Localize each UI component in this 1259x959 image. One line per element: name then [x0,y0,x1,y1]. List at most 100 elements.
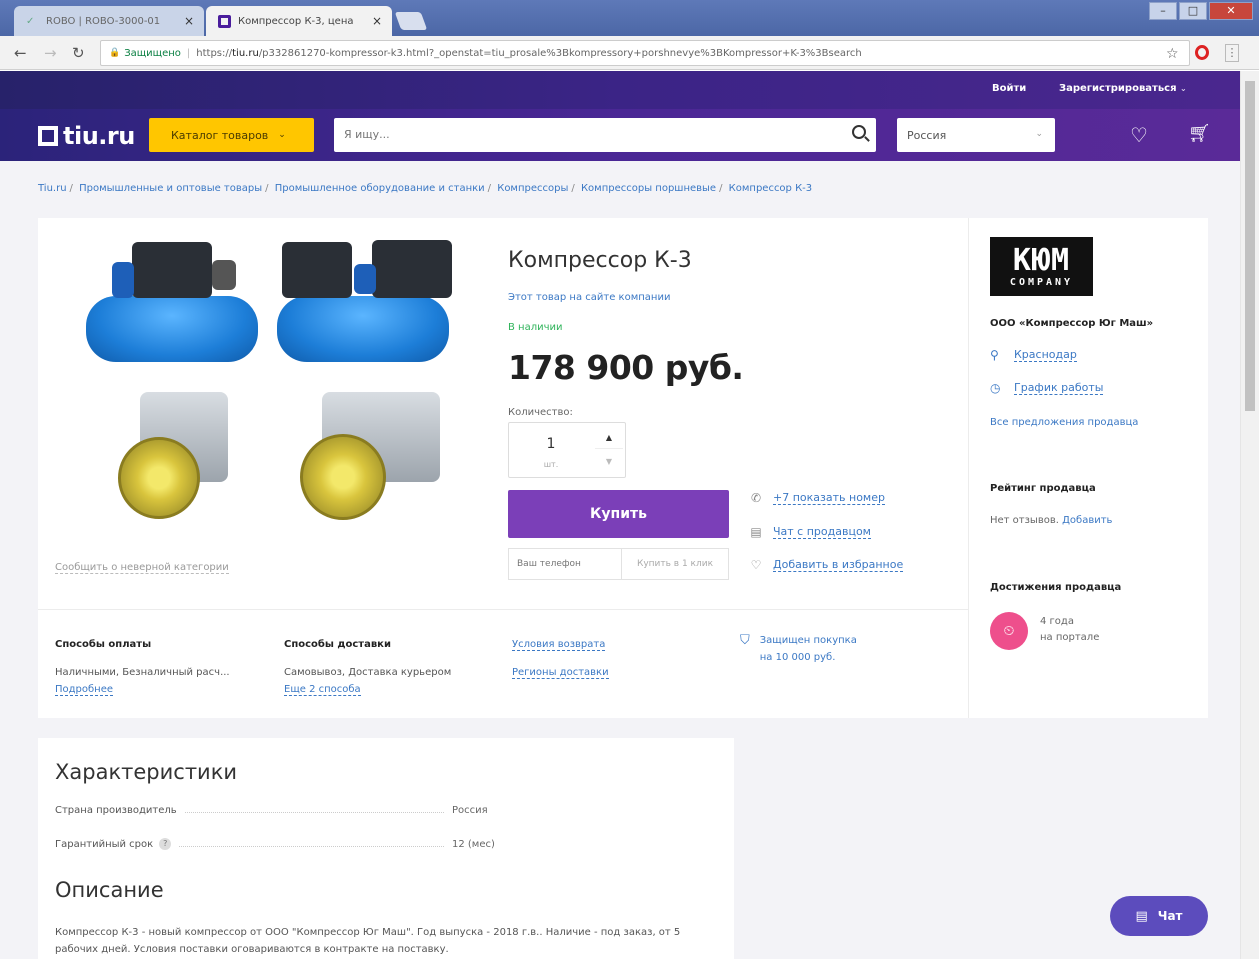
report-category-link[interactable]: Сообщить о неверной категории [55,562,229,574]
favorites-heart-icon[interactable]: ♡ [1130,123,1148,147]
characteristic-row: Страна производитель Россия [55,805,488,816]
chevron-down-icon: ⌄ [1035,129,1043,139]
payment-more-link[interactable]: Подробнее [55,684,114,696]
phone-icon: ✆ [750,491,762,505]
register-link[interactable]: Зарегистрироваться ⌄ [1059,83,1187,94]
seller-city[interactable]: ⚲ Краснодар [990,348,1077,362]
quantity-unit: шт. [543,460,559,469]
product-title: Компрессор К-3 [508,248,692,273]
chat-icon: ▤ [750,525,762,539]
rating-title: Рейтинг продавца [990,483,1096,494]
add-favorite-link[interactable]: Добавить в избранное [773,558,904,572]
main-header: tiu.ru Каталог товаров⌄ Россия⌄ ♡ 🛒︎ [0,109,1240,161]
all-offers-link[interactable]: Все предложения продавца [990,417,1138,428]
quantity-up-icon[interactable]: ▲ [595,427,623,449]
show-phone-link[interactable]: +7 показать номер [773,491,885,505]
browser-tab-active[interactable]: Компрессор К-3, цена × [206,6,392,36]
forward-arrow-icon[interactable]: → [44,44,57,62]
separator: | [186,47,191,59]
chevron-down-icon: ⌄ [1179,84,1187,93]
bookmark-star-icon[interactable]: ☆ [1166,46,1179,62]
description-text: Компрессор К-3 - новый компрессор от ООО… [55,927,681,955]
scrollbar[interactable] [1240,71,1259,959]
top-strip: Войти Зарегистрироваться ⌄ [0,71,1240,109]
breadcrumb-item[interactable]: Компрессоры поршневые [581,183,716,194]
company-site-link[interactable]: Этот товар на сайте компании [508,292,670,303]
seller-schedule[interactable]: ◷ График работы [990,381,1104,395]
back-arrow-icon[interactable]: ← [14,44,27,62]
characteristics-title: Характеристики [55,760,238,784]
reload-icon[interactable]: ↻ [72,44,85,62]
delivery-more-link[interactable]: Еще 2 способа [284,684,361,696]
browser-menu-icon[interactable]: ⋮ [1225,44,1239,62]
tab-label: ROBO | ROBO-3000-01 [46,15,161,27]
achievements-title: Достижения продавца [990,582,1122,593]
breadcrumb-item[interactable]: Промышленные и оптовые товары [79,183,262,194]
seller-city-link[interactable]: Краснодар [1014,348,1077,362]
tiu-logo[interactable]: tiu.ru [38,122,135,150]
show-phone-action[interactable]: ✆ +7 показать номер [748,491,885,505]
schedule-link[interactable]: График работы [1014,381,1104,395]
add-favorite-action[interactable]: ♡ Добавить в избранное [748,558,904,572]
tab-close-icon[interactable]: × [176,14,194,28]
maximize-icon[interactable]: □ [1179,2,1207,20]
catalog-button[interactable]: Каталог товаров ⌄ [149,118,314,152]
new-tab-button[interactable] [394,12,428,30]
browser-tab-robo[interactable]: ✓ ROBO | ROBO-3000-01 × [14,6,204,36]
quantity-value[interactable]: 1 [509,436,593,452]
quantity-down-icon[interactable]: ▼ [595,451,623,473]
breadcrumb-item[interactable]: Tiu.ru [38,183,67,194]
delivery-regions-link[interactable]: Регионы доставки [512,667,609,679]
phone-input[interactable] [508,548,621,580]
tiu-favicon-icon [218,15,231,28]
chat-button[interactable]: ▤ Чат [1110,896,1208,936]
login-link[interactable]: Войти [992,83,1026,94]
scrollbar-thumb[interactable] [1245,81,1255,411]
location-pin-icon: ⚲ [990,348,999,362]
breadcrumb-item[interactable]: Компрессоры [497,183,568,194]
lock-icon: 🔒 [109,48,121,58]
chat-seller-action[interactable]: ▤ Чат с продавцом [748,525,871,539]
characteristic-row: Гарантийный срок ? 12 (мес) [55,838,495,850]
secure-label: Защищено [124,47,181,59]
buy-button[interactable]: Купить [508,490,729,538]
browser-toolbar: ← → ↻ 🔒 Защищено | https://tiu.ru/p33286… [0,36,1259,70]
achievement-text: 4 года на портале [1040,616,1100,643]
browser-tab-bar: ✓ ROBO | ROBO-3000-01 × Компрессор К-3, … [0,0,1259,36]
heart-icon: ♡ [750,558,762,572]
search-input[interactable] [334,118,814,150]
one-click-buy-button[interactable]: Купить в 1 клик [621,548,729,580]
buyer-protection[interactable]: ⛉ Защищен покупка на 10 000 руб. [740,632,857,666]
payment-title: Способы оплаты [55,639,152,650]
chat-seller-link[interactable]: Чат с продавцом [773,525,871,539]
product-price: 178 900 руб. [508,348,744,387]
breadcrumb-item[interactable]: Промышленное оборудование и станки [275,183,485,194]
help-icon[interactable]: ? [159,838,172,850]
tab-label: Компрессор К-3, цена [238,15,354,27]
cart-icon[interactable]: 🛒︎ [1188,123,1211,144]
clock-icon: ◷ [990,381,1001,395]
add-review-link[interactable]: Добавить [1062,515,1112,526]
url-text: https://tiu.ru/p332861270-kompressor-k3.… [196,47,862,59]
chevron-down-icon: ⌄ [278,130,286,140]
region-select[interactable]: Россия ⌄ [897,118,1055,152]
opera-icon[interactable] [1195,45,1209,60]
seller-name[interactable]: ООО «Компрессор Юг Маш» [990,318,1153,329]
close-window-icon[interactable]: ✕ [1209,2,1253,20]
search-icon[interactable] [852,125,866,139]
rating-text: Нет отзывов. Добавить [990,515,1113,526]
breadcrumb-item[interactable]: Компрессор К-3 [729,183,813,194]
delivery-text: Самовывоз, Доставка курьером [284,667,452,678]
tab-close-icon[interactable]: × [364,14,382,28]
breadcrumb: Tiu.ru / Промышленные и оптовые товары / П… [38,183,813,194]
return-policy-link[interactable]: Условия возврата [512,639,606,651]
address-bar[interactable]: 🔒 Защищено | https://tiu.ru/p332861270-k… [100,40,1190,66]
description-title: Описание [55,878,164,902]
achievement-badge-icon: ⏲ [990,612,1028,650]
divider [38,609,968,610]
payment-text: Наличными, Безналичный расч... [55,667,230,678]
product-image[interactable] [72,232,482,542]
minimize-icon[interactable]: – [1149,2,1177,20]
quantity-stepper: 1 шт. ▲ ▼ [508,422,626,478]
seller-logo[interactable]: КЮМ COMPANY [990,237,1093,296]
